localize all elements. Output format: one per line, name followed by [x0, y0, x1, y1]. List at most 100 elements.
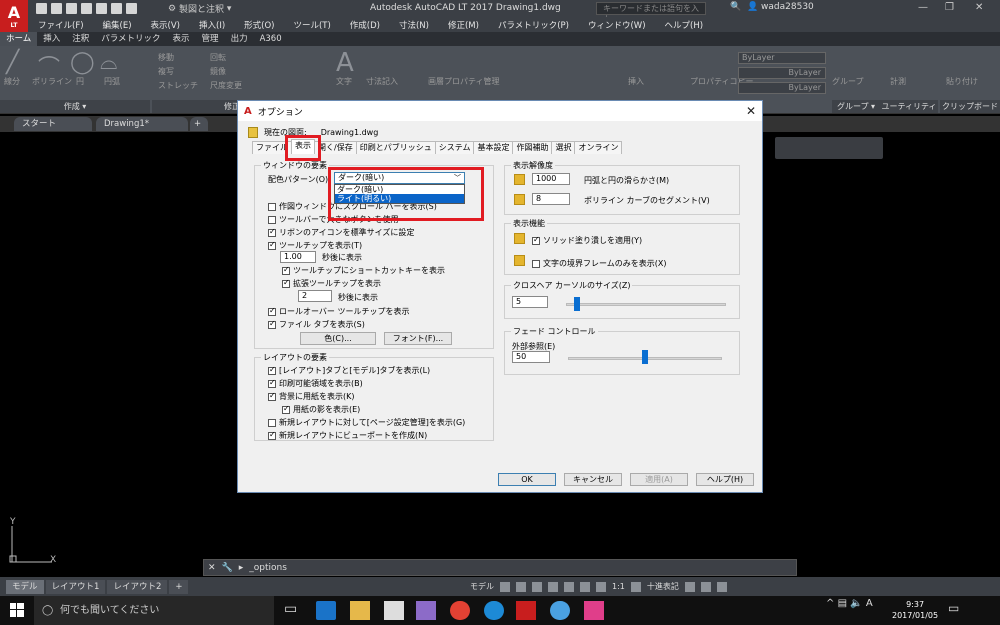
- tab-parametric[interactable]: パラメトリック: [95, 32, 166, 46]
- snap-icon[interactable]: [516, 581, 526, 592]
- save-icon[interactable]: [66, 3, 77, 14]
- lineweight-icon[interactable]: [580, 581, 590, 592]
- close-icon[interactable]: ✕: [746, 104, 756, 118]
- scale-dropdown[interactable]: 1:1: [612, 582, 625, 591]
- crosshair-slider-thumb[interactable]: [574, 297, 580, 311]
- stretch-tool[interactable]: ストレッチ: [158, 80, 198, 91]
- help-button[interactable]: ヘルプ(H): [696, 473, 754, 486]
- panel-draw[interactable]: 作成 ▾: [0, 100, 150, 113]
- network-icon[interactable]: ▤: [838, 598, 847, 609]
- navigation-bar[interactable]: [775, 137, 883, 159]
- fonts-button[interactable]: フォント(F)...: [384, 332, 452, 345]
- tab-display[interactable]: 表示: [291, 139, 315, 154]
- tab-selection[interactable]: 選択: [551, 141, 576, 154]
- menu-insert[interactable]: 挿入(I): [199, 19, 225, 31]
- menu-file[interactable]: ファイル(F): [38, 19, 84, 31]
- linetype-dropdown[interactable]: ByLayer: [738, 67, 826, 79]
- dimension-tool-label[interactable]: 寸法記入: [366, 76, 398, 87]
- osnap-icon[interactable]: [564, 581, 574, 592]
- paper-background-checkbox[interactable]: 背景に用紙を表示(K): [268, 391, 355, 402]
- model-space-toggle[interactable]: モデル: [470, 581, 494, 592]
- menu-dimension[interactable]: 寸法(N): [399, 19, 429, 31]
- tab-drawing1[interactable]: Drawing1*: [96, 117, 188, 131]
- edge-icon[interactable]: [316, 601, 336, 620]
- option-light[interactable]: ライト(明るい): [335, 194, 464, 203]
- tab-online[interactable]: オンライン: [574, 141, 623, 154]
- undo-icon[interactable]: [111, 3, 122, 14]
- color-dropdown[interactable]: ByLayer: [738, 52, 826, 64]
- group-tool-label[interactable]: グループ: [832, 76, 864, 87]
- print-icon[interactable]: [96, 3, 107, 14]
- option-dark[interactable]: ダーク(暗い): [335, 185, 464, 194]
- volume-icon[interactable]: 🔈: [850, 598, 862, 609]
- menu-draw[interactable]: 作成(D): [350, 19, 380, 31]
- tab-start[interactable]: スタート: [14, 117, 92, 131]
- tab-drafting[interactable]: 作図補助: [512, 141, 553, 154]
- menu-view[interactable]: 表示(V): [151, 19, 180, 31]
- windows-start-icon[interactable]: [10, 603, 24, 617]
- close-icon[interactable]: ✕: [975, 2, 983, 13]
- circle-tool-icon[interactable]: ◯: [70, 50, 95, 75]
- crosshair-size-input[interactable]: 5: [512, 296, 548, 308]
- insert-tool-label[interactable]: 挿入: [628, 76, 644, 87]
- units-dropdown[interactable]: 十進表記: [647, 581, 679, 592]
- tab-files[interactable]: ファイル: [252, 141, 292, 154]
- menu-help[interactable]: ヘルプ(H): [665, 19, 704, 31]
- minimize-button[interactable]: —: [918, 2, 928, 13]
- rotate-tool[interactable]: 回転: [210, 52, 226, 63]
- polyline-segments-input[interactable]: 8: [532, 193, 570, 205]
- page-setup-checkbox[interactable]: 新規レイアウトに対して[ページ設定管理]を表示(G): [268, 417, 465, 428]
- tooltips-checkbox[interactable]: ツールチップを表示(T): [268, 240, 362, 251]
- tab-system[interactable]: システム: [434, 141, 475, 154]
- media-icon[interactable]: [416, 601, 436, 620]
- taskbar-search[interactable]: ◯ 何でも聞いてください: [34, 596, 274, 625]
- ortho-icon[interactable]: [532, 581, 542, 592]
- store-icon[interactable]: [384, 601, 404, 620]
- fullscreen-icon[interactable]: [700, 581, 711, 592]
- menu-parametric[interactable]: パラメトリック(P): [498, 19, 569, 31]
- colors-button[interactable]: 色(C)...: [300, 332, 376, 345]
- add-layout-button[interactable]: +: [169, 579, 189, 594]
- tooltip-shortcut-checkbox[interactable]: ツールチップにショートカットキーを表示: [282, 265, 445, 276]
- arc-tool-icon[interactable]: ⌓: [100, 50, 117, 75]
- tab-manage[interactable]: 管理: [196, 32, 225, 46]
- tab-insert[interactable]: 挿入: [37, 32, 66, 46]
- apply-button[interactable]: 適用(A): [630, 473, 688, 486]
- paste-tool-label[interactable]: 貼り付け: [946, 76, 978, 87]
- menu-modify[interactable]: 修正(M): [448, 19, 479, 31]
- command-input[interactable]: _options: [249, 563, 287, 573]
- redo-icon[interactable]: [126, 3, 137, 14]
- menu-edit[interactable]: 編集(E): [103, 19, 132, 31]
- color-scheme-dropdown[interactable]: ダーク(暗い) ﹀: [334, 172, 465, 184]
- tab-layout1[interactable]: レイアウト1: [45, 579, 106, 594]
- customize-icon[interactable]: [716, 581, 727, 592]
- command-line[interactable]: ✕ 🔧 ▸ _options: [203, 559, 797, 576]
- extended-delay-input[interactable]: 2: [298, 290, 332, 302]
- mirror-tool[interactable]: 鏡像: [210, 66, 226, 77]
- chevron-up-icon[interactable]: ^: [826, 598, 834, 609]
- xref-fade-input[interactable]: 50: [512, 351, 550, 363]
- ribbon-icons-checkbox[interactable]: リボンのアイコンを標準サイズに設定: [268, 227, 414, 238]
- close-icon[interactable]: ✕: [208, 563, 216, 573]
- clock[interactable]: 9:37 2017/01/05: [892, 599, 938, 621]
- ie-icon[interactable]: [484, 601, 504, 620]
- task-view-icon[interactable]: ▭: [284, 601, 304, 620]
- new-tab-button[interactable]: +: [190, 117, 208, 131]
- tab-output[interactable]: 出力: [225, 32, 254, 46]
- copy-tool[interactable]: 複写: [158, 66, 174, 77]
- chrome-icon[interactable]: [450, 601, 470, 620]
- polar-icon[interactable]: [548, 581, 558, 592]
- tab-open-save[interactable]: 開く/保存: [314, 141, 357, 154]
- workspace-selector[interactable]: ⚙ 製図と注釈 ▾: [168, 2, 231, 16]
- ok-button[interactable]: OK: [498, 473, 556, 486]
- tab-home[interactable]: ホーム: [0, 32, 38, 46]
- binoculars-icon[interactable]: 🔍: [730, 2, 741, 12]
- tab-annotate[interactable]: 注釈: [66, 32, 95, 46]
- workspace-gear-icon[interactable]: [630, 581, 641, 592]
- cancel-button[interactable]: キャンセル: [564, 473, 622, 486]
- layout-model-tabs-checkbox[interactable]: [レイアウト]タブと[モデル]タブを表示(L): [268, 365, 430, 376]
- panel-groups[interactable]: グループ ▾: [832, 100, 880, 113]
- menu-window[interactable]: ウィンドウ(W): [588, 19, 646, 31]
- xref-slider-thumb[interactable]: [642, 350, 648, 364]
- layer-properties-label[interactable]: 画層プロパティ管理: [428, 76, 500, 87]
